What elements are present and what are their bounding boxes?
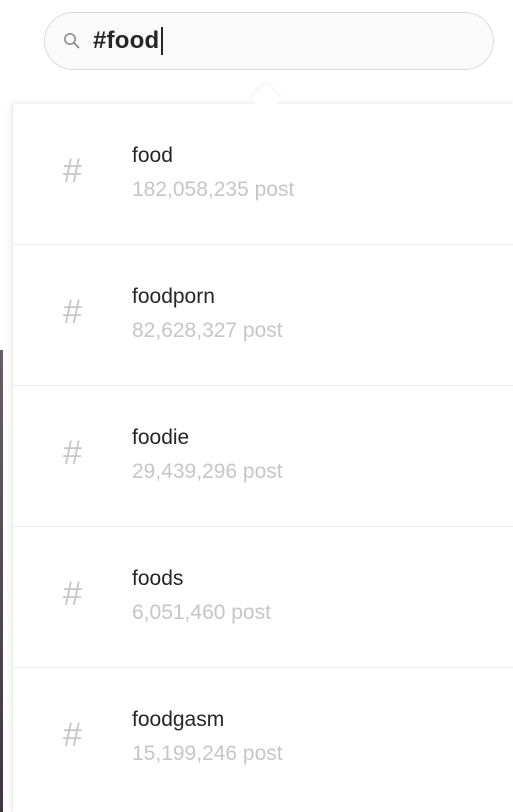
result-text: foodie 29,439,296 post [132,426,283,484]
post-count: 29,439,296 post [132,460,283,483]
result-item-foodporn[interactable]: # foodporn 82,628,327 post [13,245,513,386]
hashtag-name: foodgasm [132,708,225,731]
hashtag-name: food [132,144,173,167]
search-icon [63,32,81,50]
result-item-food[interactable]: # food 182,058,235 post [13,104,513,245]
result-text: foods 6,051,460 post [132,567,271,625]
hashtag-search-screen: #food # food 182,058,235 post # foodporn… [0,0,513,812]
result-text: food 182,058,235 post [132,144,294,202]
result-list: # food 182,058,235 post # foodporn 82,62… [13,104,513,812]
search-input[interactable]: #food [93,27,159,55]
text-cursor [161,27,164,55]
hashtag-icon: # [63,575,82,613]
result-item-foodgasm[interactable]: # foodgasm 15,199,246 post [13,668,513,809]
hashtag-name: foods [132,567,184,590]
window-edge [0,350,3,812]
hashtag-name: foodie [132,426,190,449]
post-count: 82,628,327 post [132,319,283,342]
post-count: 182,058,235 post [132,178,295,201]
result-item-foodie[interactable]: # foodie 29,439,296 post [13,386,513,527]
post-count: 15,199,246 post [132,742,283,765]
hashtag-icon: # [63,293,82,331]
result-item-foods[interactable]: # foods 6,051,460 post [13,527,513,668]
hashtag-name: foodporn [132,285,215,308]
result-text: foodporn 82,628,327 post [132,285,283,343]
hashtag-icon: # [63,434,82,472]
hashtag-icon: # [63,152,82,190]
post-count: 6,051,460 post [132,601,271,624]
search-bar[interactable]: #food [44,12,494,70]
result-text: foodgasm 15,199,246 post [132,708,283,766]
hashtag-icon: # [63,716,82,754]
search-results-dropdown: # food 182,058,235 post # foodporn 82,62… [12,104,513,812]
